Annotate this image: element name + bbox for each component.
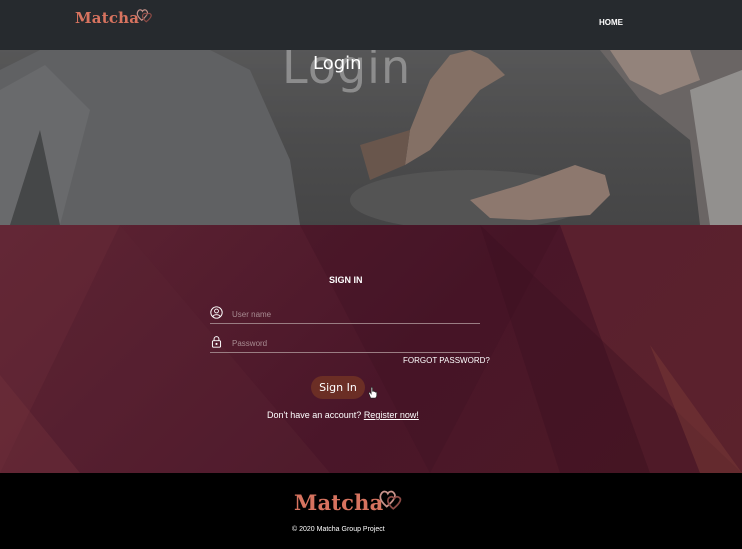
forgot-password-link[interactable]: FORGOT PASSWORD? <box>403 356 490 365</box>
hearts-logo-icon <box>379 490 402 510</box>
register-prompt: Don't have an account? <box>267 410 362 420</box>
signin-button[interactable]: Sign In <box>311 376 365 399</box>
username-input[interactable] <box>230 305 479 323</box>
footer-brand-name: Matcha <box>294 490 384 515</box>
register-prompt-line: Don't have an account? Register now! <box>267 410 419 420</box>
hero-title: Login <box>313 53 362 74</box>
password-input[interactable] <box>230 334 479 352</box>
footer-brand-logo: Matcha <box>294 490 403 515</box>
login-panel: SIGN IN FORGOT PASSWORD? Sign In Don't h… <box>0 225 742 473</box>
username-field <box>210 303 480 324</box>
nav-home-link[interactable]: HOME <box>599 18 623 27</box>
top-navbar: Matcha HOME <box>0 0 742 50</box>
hero-banner: Login Login <box>0 50 742 225</box>
password-field <box>210 332 480 353</box>
copyright-text: © 2020 Matcha Group Project <box>292 526 385 533</box>
footer: Matcha © 2020 Matcha Group Project <box>0 473 742 549</box>
brand-logo[interactable]: Matcha <box>75 9 153 27</box>
register-link[interactable]: Register now! <box>364 410 419 420</box>
signin-heading: SIGN IN <box>329 275 363 285</box>
brand-name: Matcha <box>75 9 140 27</box>
hand-cursor-icon <box>368 386 378 399</box>
lock-icon <box>211 336 222 348</box>
user-icon <box>210 306 223 319</box>
hearts-logo-icon <box>136 9 153 23</box>
